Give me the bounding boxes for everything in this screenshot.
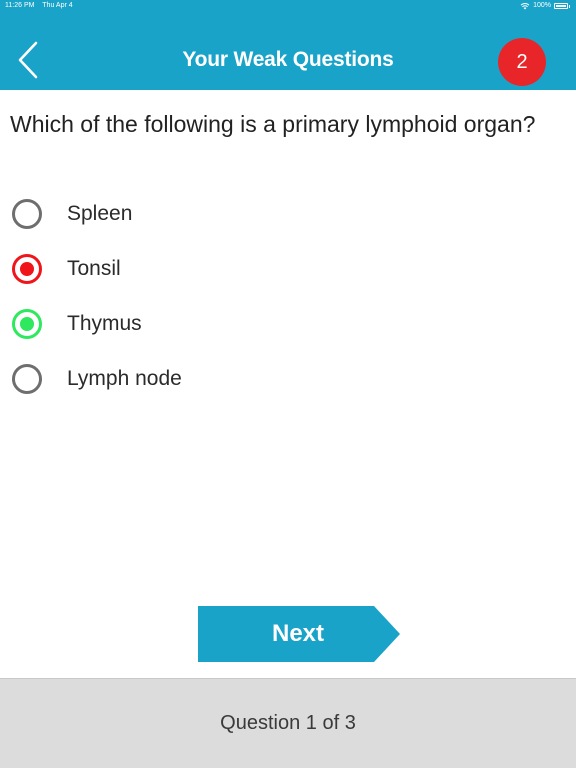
status-date: Thu Apr 4 — [42, 2, 73, 9]
weak-count-badge[interactable]: 2 — [498, 38, 546, 86]
status-time: 11:26 PM — [5, 2, 35, 9]
page-title: Your Weak Questions — [182, 48, 394, 71]
battery-tip — [569, 4, 570, 8]
radio-unselected-icon[interactable] — [12, 364, 42, 394]
option-label: Thymus — [67, 312, 142, 335]
nav-bar: Your Weak Questions 2 — [0, 14, 576, 90]
battery-icon — [554, 3, 568, 9]
option-thymus[interactable]: Thymus — [12, 305, 142, 343]
question-text: Which of the following is a primary lymp… — [10, 111, 536, 137]
option-lymph-node[interactable]: Lymph node — [12, 360, 182, 398]
option-label: Spleen — [67, 202, 133, 225]
option-label: Lymph node — [67, 367, 182, 390]
option-label: Tonsil — [67, 257, 121, 280]
footer-bar: Question 1 of 3 — [0, 678, 576, 768]
radio-unselected-icon[interactable] — [12, 199, 42, 229]
status-left: 11:26 PM Thu Apr 4 — [5, 0, 79, 12]
status-right: 100% — [520, 0, 570, 12]
radio-wrong-icon[interactable] — [12, 254, 42, 284]
radio-correct-icon[interactable] — [12, 309, 42, 339]
option-tonsil[interactable]: Tonsil — [12, 250, 121, 288]
battery-percent: 100% — [533, 2, 551, 9]
question-progress: Question 1 of 3 — [220, 712, 356, 734]
next-button[interactable]: Next — [198, 606, 400, 662]
wifi-icon — [520, 3, 530, 10]
status-bar: 11:26 PM Thu Apr 4 100% — [0, 0, 576, 14]
option-spleen[interactable]: Spleen — [12, 195, 132, 233]
